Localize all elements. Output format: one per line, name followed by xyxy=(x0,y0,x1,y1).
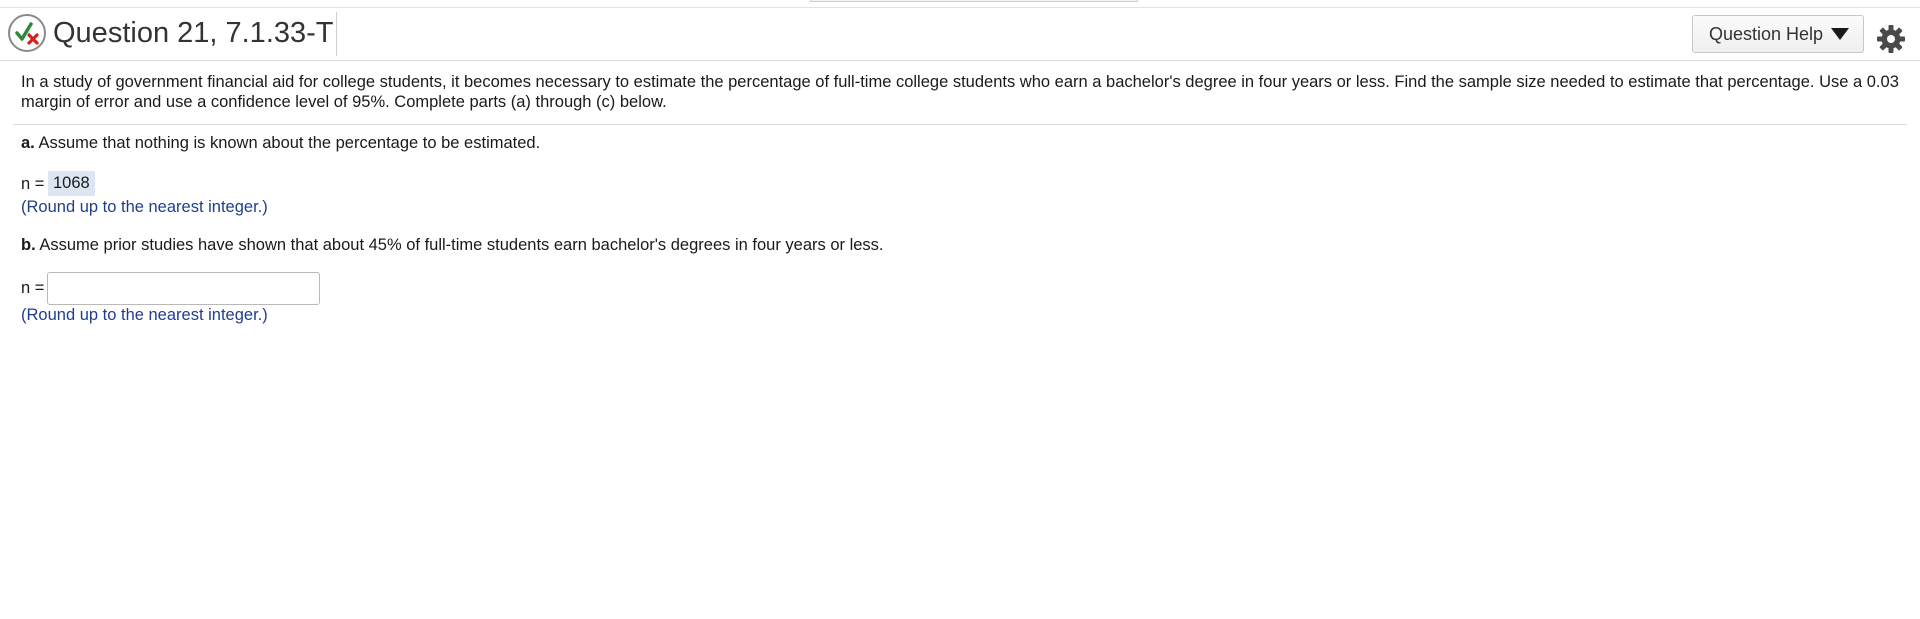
section-divider xyxy=(13,124,1907,125)
part-a-hint: (Round up to the nearest integer.) xyxy=(21,198,268,216)
part-b-answer-input[interactable] xyxy=(47,272,320,305)
caret-down-icon xyxy=(1831,28,1849,40)
partial-correct-icon xyxy=(8,14,46,52)
top-tab-edge xyxy=(810,0,1138,2)
question-header: Question 21, 7.1.33-T Question Help xyxy=(0,8,1920,61)
part-a-prompt: a. Assume that nothing is known about th… xyxy=(21,133,540,153)
part-b-hint: (Round up to the nearest integer.) xyxy=(21,306,268,324)
gear-icon[interactable] xyxy=(1876,24,1906,54)
part-a-text: Assume that nothing is known about the p… xyxy=(34,134,541,152)
problem-intro: In a study of government financial aid f… xyxy=(21,73,1899,111)
part-b-letter: b. xyxy=(21,236,36,254)
part-b-text: Assume prior studies have shown that abo… xyxy=(35,236,884,254)
part-b-prompt: b. Assume prior studies have shown that … xyxy=(21,235,884,255)
title-separator xyxy=(336,12,337,56)
question-help-label: Question Help xyxy=(1709,24,1824,44)
part-a-n-label: n = xyxy=(21,175,45,193)
part-a-answer: 1068 xyxy=(48,171,95,196)
part-a-letter: a. xyxy=(21,134,35,152)
question-title: Question 21, 7.1.33-T xyxy=(53,17,334,49)
question-help-button[interactable]: Question Help xyxy=(1692,15,1864,53)
part-b-n-label: n = xyxy=(21,279,45,297)
